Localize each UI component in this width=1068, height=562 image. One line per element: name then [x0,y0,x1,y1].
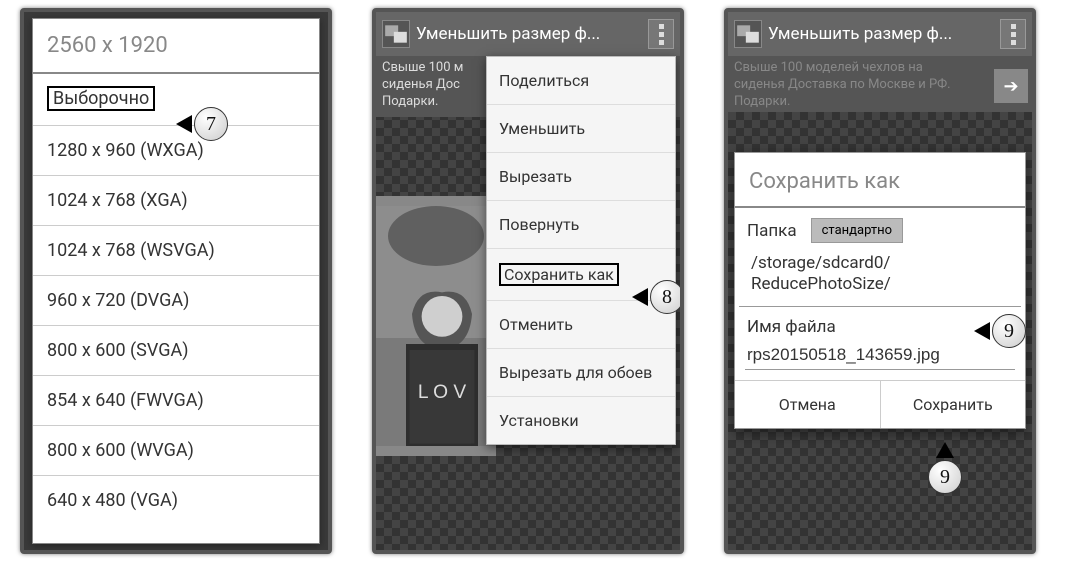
list-item[interactable]: 800 x 600 (SVGA) [33,326,319,376]
menu-label: Вырезать для обоев [499,363,652,382]
list-item-custom[interactable]: Выборочно [33,74,319,126]
app-icon [734,20,762,48]
app-title: Уменьшить размер ф... [768,24,952,44]
ad-arrow-icon[interactable]: ➔ [994,69,1028,103]
menu-label: Повернуть [499,215,579,234]
ad-text: Свыше 100 м сиденья Дос Подарки. [382,60,463,109]
menu-item-rotate[interactable]: Повернуть [487,201,675,249]
list-item-label: 854 x 640 (FWVGA) [47,390,204,411]
list-item[interactable]: 1024 x 768 (WSVGA) [33,226,319,276]
overflow-menu-icon[interactable] [648,19,674,49]
list-item[interactable]: 1280 x 960 (WXGA) [33,126,319,176]
menu-label: Сохранить как [499,263,619,286]
cancel-button[interactable]: Отмена [735,381,881,428]
photo-preview: L O V [376,196,496,456]
menu-item-settings[interactable]: Установки [487,397,675,444]
list-item-label: 1280 x 960 (WXGA) [47,140,204,161]
menu-label: Отменить [499,315,573,334]
menu-item-cancel[interactable]: Отменить [487,301,675,349]
context-menu: Поделиться Уменьшить Вырезать Повернуть … [486,56,676,445]
menu-label: Установки [499,411,579,430]
menu-item-crop[interactable]: Вырезать [487,153,675,201]
list-item-label: 800 x 600 (SVGA) [47,340,189,361]
list-item[interactable]: 960 x 720 (DVGA) [33,276,319,326]
app-topbar: Уменьшить размер ф... [376,12,680,56]
ad-banner[interactable]: Свыше 100 моделей чехлов на сиденья Дост… [728,56,1032,117]
overflow-menu-icon[interactable] [1000,19,1026,49]
menu-label: Вырезать [499,167,572,186]
phone-screenshot-1: 2560 x 1920 Выборочно 1280 x 960 (WXGA) … [20,8,332,554]
menu-item-reduce[interactable]: Уменьшить [487,105,675,153]
folder-label: Папка [747,221,797,241]
phone-screenshot-3: Уменьшить размер ф... Свыше 100 моделей … [724,8,1036,554]
list-header: 2560 x 1920 [33,19,319,74]
list-item-label: 1024 x 768 (WSVGA) [47,240,215,261]
list-item[interactable]: 640 x 480 (VGA) [33,476,319,525]
menu-item-wallpaper[interactable]: Вырезать для обоев [487,349,675,397]
app-icon [382,20,410,48]
filename-input[interactable] [745,341,1015,370]
phone-screenshot-2: Уменьшить размер ф... Свыше 100 м сидень… [372,8,684,554]
app-topbar: Уменьшить размер ф... [728,12,1032,56]
list-item[interactable]: 854 x 640 (FWVGA) [33,376,319,426]
save-as-dialog: Сохранить как Папка стандартно /storage/… [734,152,1026,429]
svg-text:L O V: L O V [418,382,467,403]
ad-text: Свыше 100 моделей чехлов на сиденья Дост… [734,60,951,109]
list-item-label: 640 x 480 (VGA) [47,490,178,511]
list-item-label: 800 x 600 (WVGA) [47,440,194,461]
list-item-label: 960 x 720 (DVGA) [47,290,189,311]
menu-label: Поделиться [499,71,589,90]
list-item-label: 1024 x 768 (XGA) [47,190,188,211]
standard-folder-button[interactable]: стандартно [811,218,903,243]
filename-label: Имя файла [735,307,1025,339]
resolution-list: 2560 x 1920 Выборочно 1280 x 960 (WXGA) … [32,18,320,544]
menu-item-save-as[interactable]: Сохранить как [487,249,675,301]
dialog-title: Сохранить как [735,153,1025,208]
list-item[interactable]: 800 x 600 (WVGA) [33,426,319,476]
list-item[interactable]: 1024 x 768 (XGA) [33,176,319,226]
menu-label: Уменьшить [499,119,585,138]
folder-path[interactable]: /storage/sdcard0/ ReducePhotoSize/ [739,247,1021,307]
save-button[interactable]: Сохранить [881,381,1026,428]
list-item-label: Выборочно [47,86,155,111]
menu-item-share[interactable]: Поделиться [487,57,675,105]
app-title: Уменьшить размер ф... [416,24,600,44]
